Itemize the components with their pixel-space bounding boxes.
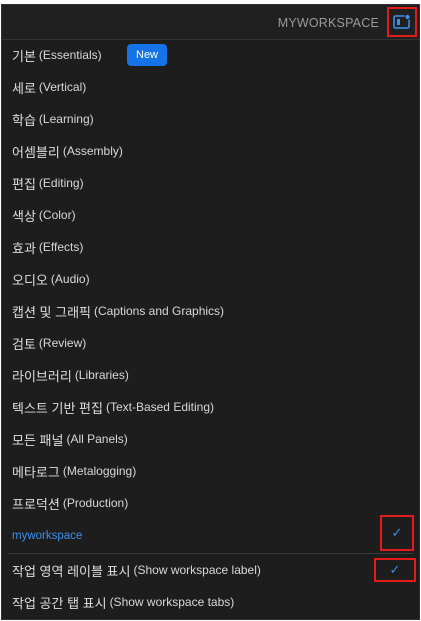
workspace-item-review[interactable]: 검토 (Review) <box>2 327 419 359</box>
item-label-en: (Show workspace tabs) <box>109 595 235 609</box>
custom-workspace-label: myworkspace <box>12 530 83 542</box>
item-label-en: (Assembly) <box>62 144 123 158</box>
item-label-ko: 라이브러리 <box>12 368 72 384</box>
item-label-ko: 모든 패널 <box>12 432 64 448</box>
item-label-en: (Show workspace label) <box>133 563 261 577</box>
item-label-en: (Essentials) <box>38 48 102 62</box>
item-label-en: (Audio) <box>50 272 90 286</box>
item-label-ko: 작업 영역 레이블 표시 <box>12 563 131 579</box>
item-label-en: (Metalogging) <box>62 464 137 478</box>
panel-header: MYWORKSPACE <box>2 5 419 40</box>
checkmark-icon: ✓ <box>391 525 403 540</box>
workspace-item-color[interactable]: 색상 (Color) <box>2 199 419 231</box>
item-label-en: (Effects) <box>38 240 84 254</box>
workspace-list: 기본 (Essentials) New 세로 (Vertical) 학습 (Le… <box>2 39 419 618</box>
workspace-item-metalogging[interactable]: 메타로그 (Metalogging) <box>2 455 419 487</box>
item-label-ko: 세로 <box>12 80 36 96</box>
new-badge: New <box>127 44 168 66</box>
item-label-ko: 오디오 <box>12 272 48 288</box>
workspace-title: MYWORKSPACE <box>277 16 379 30</box>
item-label-en: (Libraries) <box>74 368 129 382</box>
item-label-en: (Learning) <box>38 112 94 126</box>
item-label-en: (Vertical) <box>38 80 87 94</box>
item-label-en: (Captions and Graphics) <box>93 304 225 318</box>
item-label-en: (Production) <box>62 496 129 510</box>
item-label-ko: 메타로그 <box>12 464 60 480</box>
item-label-en: (All Panels) <box>66 432 128 446</box>
workspace-item-production[interactable]: 프로덕션 (Production) <box>2 487 419 519</box>
workspace-item-myworkspace[interactable]: myworkspace ✓ <box>2 515 419 553</box>
item-label-ko: 효과 <box>12 240 36 256</box>
item-label-ko: 텍스트 기반 편집 <box>12 400 103 416</box>
item-label-en: (Text-Based Editing) <box>105 400 214 414</box>
workspace-item-libraries[interactable]: 라이브러리 (Libraries) <box>2 359 419 391</box>
workspace-item-text-based-editing[interactable]: 텍스트 기반 편집 (Text-Based Editing) <box>2 391 419 423</box>
option-show-workspace-tabs[interactable]: 작업 공간 탭 표시 (Show workspace tabs) <box>2 586 419 618</box>
workspace-item-audio[interactable]: 오디오 (Audio) <box>2 263 419 295</box>
show-label-check-box: ✓ <box>374 558 416 582</box>
workspace-item-captions-graphics[interactable]: 캡션 및 그래픽 (Captions and Graphics) <box>2 295 419 327</box>
item-label-ko: 편집 <box>12 176 36 192</box>
item-label-ko: 작업 공간 탭 표시 <box>12 595 107 611</box>
workspace-item-all-panels[interactable]: 모든 패널 (All Panels) <box>2 423 419 455</box>
item-label-en: (Color) <box>38 208 76 222</box>
workspace-item-vertical[interactable]: 세로 (Vertical) <box>2 71 419 103</box>
item-label-en: (Editing) <box>38 176 84 190</box>
item-label-ko: 캡션 및 그래픽 <box>12 304 91 320</box>
active-workspace-check-box: ✓ <box>380 515 414 551</box>
item-label-ko: 프로덕션 <box>12 496 60 512</box>
item-label-ko: 검토 <box>12 336 36 352</box>
workspace-item-effects[interactable]: 효과 (Effects) <box>2 231 419 263</box>
workspace-item-learning[interactable]: 학습 (Learning) <box>2 103 419 135</box>
option-show-workspace-label[interactable]: 작업 영역 레이블 표시 (Show workspace label) ✓ <box>2 554 419 586</box>
workspace-menu-panel: MYWORKSPACE 기본 (Essentials) New 세로 (Vert… <box>1 4 420 620</box>
workspace-item-essentials[interactable]: 기본 (Essentials) New <box>2 39 419 71</box>
item-label-ko: 어셈블리 <box>12 144 60 160</box>
workspace-panel-icon <box>393 14 411 29</box>
item-label-en: (Review) <box>38 336 87 350</box>
workspace-menu-button[interactable] <box>387 7 417 37</box>
workspace-item-editing[interactable]: 편집 (Editing) <box>2 167 419 199</box>
item-label-ko: 학습 <box>12 112 36 128</box>
item-label-ko: 색상 <box>12 208 36 224</box>
checkmark-icon: ✓ <box>389 562 401 577</box>
item-label-ko: 기본 <box>12 48 36 64</box>
workspace-item-assembly[interactable]: 어셈블리 (Assembly) <box>2 135 419 167</box>
